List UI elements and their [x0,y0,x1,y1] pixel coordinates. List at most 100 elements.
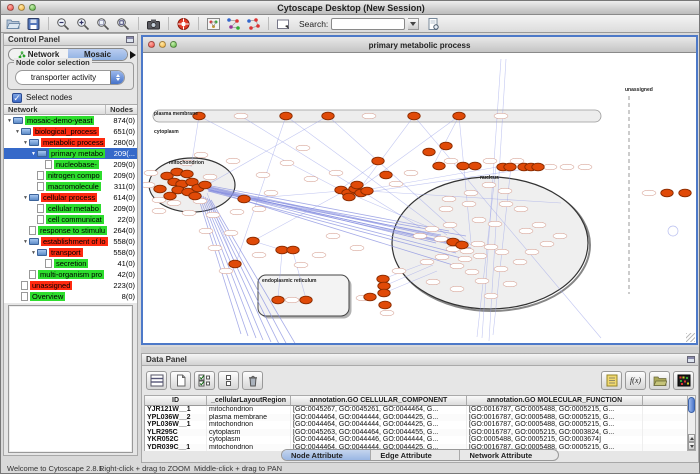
table-row[interactable]: YJR121W__1mitochondrion[GO:0045267, GO:0… [145,406,688,414]
gene-label-node[interactable] [494,266,508,272]
gene-label-node[interactable] [426,279,440,285]
tree-item-cellular-process[interactable]: ▼cellular process614(0) [4,192,137,203]
gene-node[interactable] [433,162,445,170]
tab-network-attribute-browser[interactable]: Network Attribute Browser [460,450,558,460]
gene-label-node[interactable] [578,164,592,170]
tree-item-secretion[interactable]: secretion41(0) [4,258,137,269]
import-attributes-button[interactable] [649,371,670,390]
gene-label-node[interactable] [488,221,502,227]
gene-label-node[interactable] [152,208,166,214]
gene-node[interactable] [378,282,390,290]
gene-label-node[interactable] [540,241,554,247]
gene-label-node[interactable] [471,241,485,247]
gene-node[interactable] [364,293,376,301]
tab-node-attribute-browser[interactable]: Node Attribute Browser [282,450,371,460]
gene-node[interactable] [287,246,299,254]
gene-node[interactable] [322,112,334,120]
new-attribute-button[interactable] [170,371,191,390]
search-dropdown-arrow[interactable] [408,18,419,30]
gene-label-node[interactable] [514,206,528,212]
open-button[interactable] [5,16,22,31]
gene-node[interactable] [189,192,201,200]
gene-label-node[interactable] [304,176,318,182]
gene-label-node[interactable] [182,210,196,216]
tree-item-unassigned[interactable]: unassigned223(0) [4,280,137,291]
gene-label-node[interactable] [450,263,464,269]
gene-label-node[interactable] [230,209,244,215]
gene-node[interactable] [504,163,516,171]
gene-node[interactable] [272,296,284,304]
gene-label-node[interactable] [294,262,308,268]
gene-node[interactable] [380,171,392,179]
gene-node[interactable] [199,181,211,189]
float-panel-icon[interactable] [126,36,134,43]
window-titlebar[interactable]: Cytoscape Desktop (New Session) [1,1,700,15]
disclosure-triangle-icon[interactable]: ▼ [22,195,29,201]
gene-node[interactable] [377,275,389,283]
tree-item-nitrogen-compo[interactable]: nitrogen compo209(0) [4,170,137,181]
gene-label-node[interactable] [296,145,310,151]
float-panel-icon[interactable] [687,356,695,363]
tree-item-nucleobase-[interactable]: nucleobase-209(0) [4,159,137,170]
gene-label-node[interactable] [252,206,266,212]
gene-node[interactable] [456,241,468,249]
gene-node[interactable] [379,301,391,309]
gene-label-node[interactable] [465,269,479,275]
search-input[interactable] [331,18,405,30]
gene-node[interactable] [276,246,288,254]
unselect-attributes-button[interactable] [218,371,239,390]
gene-node[interactable] [679,189,691,197]
gene-node[interactable] [423,148,435,156]
gene-label-node[interactable] [532,222,546,228]
gene-node[interactable] [440,142,452,150]
gene-label-node[interactable] [252,252,266,258]
attribute-list-button[interactable] [601,371,622,390]
zoom-out-button[interactable] [55,16,72,31]
tree-item-establishment-of-lo[interactable]: ▼establishment of lo558(0) [4,236,137,247]
gene-node[interactable] [378,289,390,297]
gene-node[interactable] [164,192,176,200]
gene-node[interactable] [238,195,250,203]
gene-label-node[interactable] [503,281,517,287]
gene-label-node[interactable] [326,233,340,239]
gene-label-node[interactable] [494,113,508,119]
gene-label-node[interactable] [425,226,439,232]
disclosure-triangle-icon[interactable]: ▼ [6,118,13,124]
tree-item-transport[interactable]: ▼transport558(0) [4,247,137,258]
scrollbar-thumb[interactable] [688,397,695,413]
tree-item-cell-communicat[interactable]: cell communicat22(0) [4,214,137,225]
gene-label-node[interactable] [498,188,512,194]
snapshot-button[interactable] [145,16,162,31]
table-row[interactable]: YPL036W__1mitochondrion[GO:0044464, GO:0… [145,421,688,429]
select-nodes-checkbox[interactable]: ✓ [12,93,22,103]
gene-label-node[interactable] [458,256,472,262]
tree-item-macromolecule[interactable]: macromolecule311(0) [4,181,137,192]
gene-label-node[interactable] [224,230,238,236]
gene-label-node[interactable] [513,259,527,265]
gene-label-node[interactable] [234,113,248,119]
gene-label-node[interactable] [350,245,364,251]
gene-label-node[interactable] [473,253,487,259]
gene-label-node[interactable] [420,259,434,265]
network-canvas[interactable]: plasma membranecytoplasmmitochondrionnuc… [143,54,696,343]
gene-label-node[interactable] [484,244,498,250]
heatmap-button[interactable] [673,371,694,390]
disclosure-triangle-icon[interactable]: ▼ [22,140,29,146]
tree-item-metabolic-process[interactable]: ▼metabolic process280(0) [4,137,137,148]
layout-one-button[interactable] [225,16,242,31]
tree-item-response-to-stimulu[interactable]: response to stimulu264(0) [4,225,137,236]
gene-node[interactable] [453,112,465,120]
gene-label-node[interactable] [475,278,489,284]
table-row[interactable]: YKR052Ccytoplasm[GO:0044464, GO:0044446,… [145,436,688,444]
gene-label-node[interactable] [152,197,166,203]
gene-label-node[interactable] [380,310,394,316]
delete-attribute-button[interactable] [242,371,263,390]
tree-header[interactable]: Network Nodes [4,104,137,115]
gene-label-node[interactable] [206,212,220,218]
network-window-titlebar[interactable]: primary metabolic process [143,37,696,53]
function-builder-button[interactable]: f(x) [625,371,646,390]
column-header[interactable]: annotation.GO MOLECULAR_FUNCTION [467,396,643,406]
gene-label-node[interactable] [525,249,539,255]
vizmapper-button[interactable] [205,16,222,31]
tree-item-multi-organism-pro[interactable]: multi-organism pro42(0) [4,269,137,280]
